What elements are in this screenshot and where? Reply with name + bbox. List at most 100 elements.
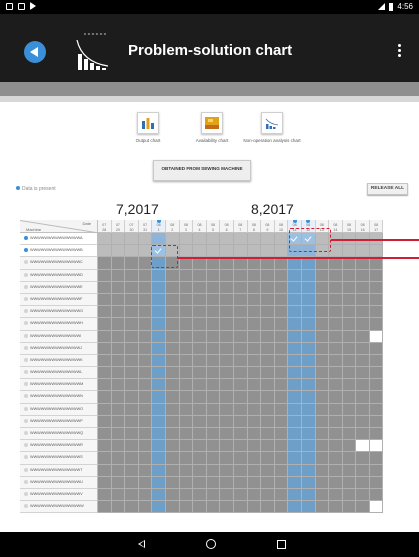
grid-cell[interactable] bbox=[179, 281, 194, 294]
grid-cell[interactable] bbox=[206, 476, 221, 489]
grid-cell[interactable] bbox=[356, 330, 370, 343]
grid-cell[interactable] bbox=[98, 257, 112, 270]
grid-cell[interactable] bbox=[247, 476, 262, 489]
nav-back-icon[interactable] bbox=[138, 540, 145, 548]
grid-cell[interactable] bbox=[138, 488, 153, 502]
grid-cell[interactable] bbox=[179, 233, 194, 246]
grid-cell[interactable] bbox=[179, 428, 194, 441]
grid-cell[interactable] bbox=[165, 233, 180, 246]
grid-cell[interactable] bbox=[342, 306, 357, 319]
grid-cell[interactable] bbox=[165, 281, 180, 294]
grid-cell[interactable] bbox=[125, 501, 139, 514]
grid-cell[interactable] bbox=[206, 281, 221, 294]
grid-cell[interactable] bbox=[247, 233, 262, 246]
grid-cell[interactable] bbox=[233, 464, 248, 477]
grid-cell[interactable] bbox=[288, 367, 302, 380]
grid-cell[interactable] bbox=[179, 318, 194, 331]
grid-cell[interactable] bbox=[179, 245, 194, 258]
machine-name-cell[interactable]: WWWWWWWWWWWWWWJ bbox=[20, 342, 98, 355]
grid-cell[interactable] bbox=[193, 391, 207, 404]
grid-cell[interactable] bbox=[274, 257, 289, 270]
grid-cell[interactable] bbox=[329, 306, 343, 319]
grid-cell[interactable] bbox=[111, 342, 126, 355]
grid-cell[interactable] bbox=[356, 391, 370, 404]
grid-cell[interactable] bbox=[233, 476, 248, 489]
grid-cell[interactable] bbox=[138, 391, 153, 404]
grid-cell[interactable] bbox=[342, 330, 357, 343]
grid-cell[interactable] bbox=[111, 367, 126, 380]
grid-cell[interactable] bbox=[98, 428, 112, 441]
grid-cell[interactable] bbox=[274, 318, 289, 331]
grid-cell[interactable] bbox=[111, 391, 126, 404]
grid-cell[interactable] bbox=[342, 354, 357, 368]
grid-cell[interactable] bbox=[247, 501, 262, 514]
grid-cell[interactable] bbox=[369, 403, 384, 416]
grid-cell[interactable] bbox=[111, 464, 126, 477]
grid-cell[interactable] bbox=[329, 367, 343, 380]
grid-cell[interactable] bbox=[233, 428, 248, 441]
grid-cell[interactable] bbox=[356, 476, 370, 489]
grid-cell[interactable] bbox=[247, 428, 262, 441]
grid-cell[interactable] bbox=[138, 281, 153, 294]
grid-cell[interactable] bbox=[125, 245, 139, 258]
nav-home-icon[interactable] bbox=[206, 539, 216, 549]
grid-cell[interactable] bbox=[329, 354, 343, 368]
grid-cell[interactable] bbox=[220, 245, 234, 258]
grid-cell[interactable] bbox=[125, 488, 139, 502]
grid-cell[interactable] bbox=[138, 440, 153, 453]
grid-cell[interactable] bbox=[206, 501, 221, 514]
grid-cell[interactable] bbox=[288, 488, 302, 502]
grid-cell[interactable] bbox=[329, 476, 343, 489]
grid-cell[interactable] bbox=[125, 293, 139, 307]
grid-cell[interactable] bbox=[342, 440, 357, 453]
machine-name-cell[interactable]: WWWWWWWWWWWWWWK bbox=[20, 354, 98, 368]
grid-cell[interactable] bbox=[138, 318, 153, 331]
grid-cell[interactable] bbox=[356, 245, 370, 258]
grid-cell[interactable] bbox=[179, 391, 194, 404]
grid-cell[interactable] bbox=[301, 354, 316, 368]
grid-cell[interactable] bbox=[220, 403, 234, 416]
grid-cell[interactable] bbox=[369, 367, 384, 380]
grid-cell[interactable] bbox=[138, 403, 153, 416]
grid-cell[interactable] bbox=[98, 281, 112, 294]
grid-cell[interactable] bbox=[301, 476, 316, 489]
grid-cell[interactable] bbox=[152, 342, 166, 355]
grid-cell[interactable] bbox=[179, 403, 194, 416]
grid-cell[interactable] bbox=[206, 257, 221, 270]
grid-cell[interactable] bbox=[206, 488, 221, 502]
grid-cell[interactable] bbox=[274, 403, 289, 416]
grid-cell[interactable] bbox=[315, 476, 330, 489]
grid-cell[interactable] bbox=[288, 428, 302, 441]
date-column-header[interactable]: 08 10 bbox=[274, 220, 289, 233]
grid-cell[interactable] bbox=[274, 269, 289, 282]
grid-cell[interactable] bbox=[220, 440, 234, 453]
grid-cell[interactable] bbox=[315, 342, 330, 355]
grid-cell[interactable] bbox=[301, 488, 316, 502]
grid-cell[interactable] bbox=[206, 379, 221, 392]
grid-cell[interactable] bbox=[369, 501, 384, 514]
grid-cell[interactable] bbox=[342, 367, 357, 380]
grid-cell[interactable] bbox=[193, 464, 207, 477]
grid-cell[interactable] bbox=[193, 306, 207, 319]
grid-cell[interactable] bbox=[288, 330, 302, 343]
grid-cell[interactable] bbox=[247, 269, 262, 282]
grid-cell[interactable] bbox=[111, 403, 126, 416]
grid-cell[interactable] bbox=[288, 354, 302, 368]
grid-cell[interactable] bbox=[193, 281, 207, 294]
grid-cell[interactable] bbox=[247, 488, 262, 502]
machine-name-cell[interactable]: WWWWWWWWWWWWWWQ bbox=[20, 428, 98, 441]
date-column-header[interactable]: 07 31 bbox=[138, 220, 153, 233]
grid-cell[interactable] bbox=[98, 318, 112, 331]
grid-cell[interactable] bbox=[369, 342, 384, 355]
grid-cell[interactable] bbox=[152, 428, 166, 441]
grid-cell[interactable] bbox=[301, 428, 316, 441]
grid-cell[interactable] bbox=[179, 440, 194, 453]
grid-cell[interactable] bbox=[125, 342, 139, 355]
grid-cell[interactable] bbox=[301, 342, 316, 355]
grid-cell[interactable] bbox=[220, 306, 234, 319]
grid-cell[interactable] bbox=[125, 415, 139, 428]
grid-cell[interactable] bbox=[301, 257, 316, 270]
grid-cell[interactable] bbox=[233, 367, 248, 380]
grid-cell[interactable] bbox=[98, 415, 112, 428]
grid-cell[interactable] bbox=[125, 452, 139, 465]
